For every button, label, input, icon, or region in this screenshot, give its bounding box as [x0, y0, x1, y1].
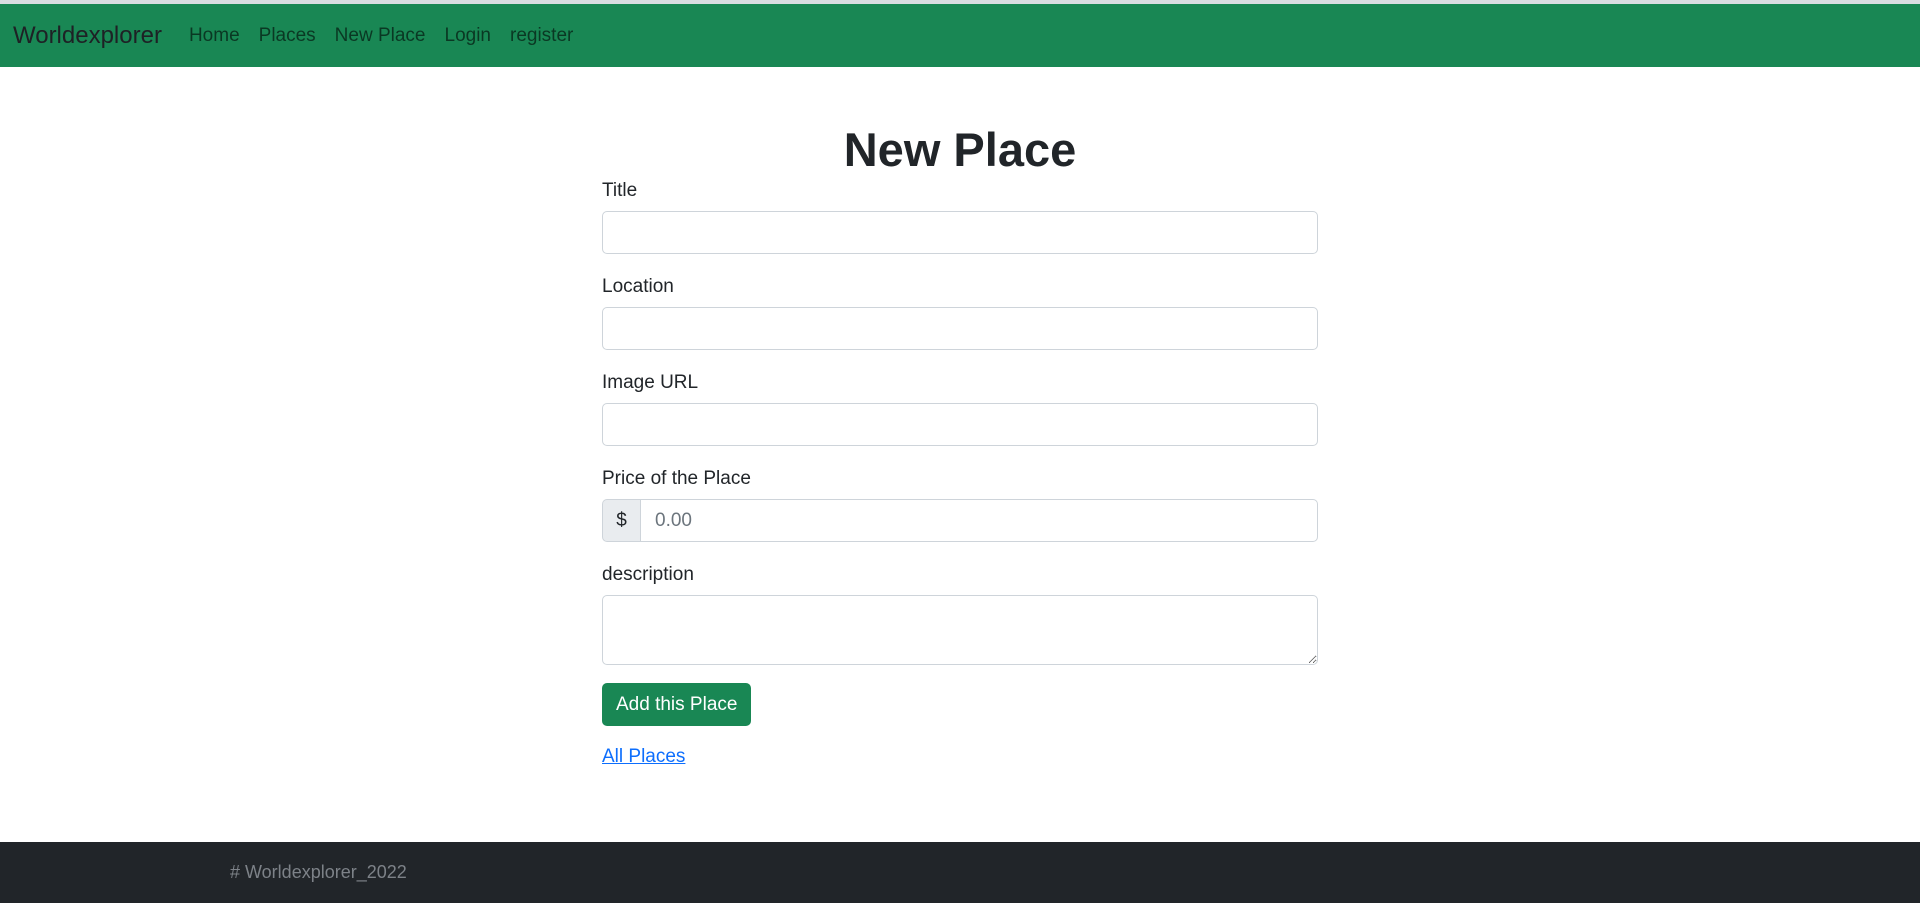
- location-input[interactable]: [602, 307, 1318, 350]
- image-url-input[interactable]: [602, 403, 1318, 446]
- add-place-button[interactable]: Add this Place: [602, 683, 752, 726]
- new-place-form: New Place Title Location Image URL Price…: [602, 67, 1318, 768]
- navbar: Worldexplorer Home Places New Place Logi…: [0, 4, 1920, 67]
- image-url-group: Image URL: [602, 370, 1318, 446]
- title-input[interactable]: [602, 211, 1318, 254]
- price-group: Price of the Place $: [602, 466, 1318, 542]
- location-label: Location: [602, 276, 674, 297]
- description-label: description: [602, 564, 694, 585]
- price-input-group: $: [602, 499, 1318, 542]
- price-label: Price of the Place: [602, 468, 751, 489]
- location-group: Location: [602, 274, 1318, 350]
- title-group: Title: [602, 178, 1318, 254]
- all-places-link[interactable]: All Places: [602, 746, 1318, 768]
- nav-link-register[interactable]: register: [510, 25, 573, 47]
- nav-link-home[interactable]: Home: [189, 25, 240, 47]
- footer: # Worldexplorer_2022: [0, 842, 1920, 903]
- description-textarea[interactable]: [602, 595, 1318, 665]
- title-label: Title: [602, 180, 638, 201]
- footer-text: # Worldexplorer_2022: [230, 862, 407, 882]
- nav-link-new-place[interactable]: New Place: [335, 25, 426, 47]
- currency-addon: $: [602, 499, 640, 542]
- page-title: New Place: [843, 123, 1077, 176]
- nav-link-login[interactable]: Login: [445, 25, 492, 47]
- price-input[interactable]: [640, 499, 1318, 542]
- image-url-label: Image URL: [602, 372, 699, 393]
- navbar-brand[interactable]: Worldexplorer: [13, 22, 162, 50]
- nav-link-places[interactable]: Places: [259, 25, 316, 47]
- description-group: description: [602, 562, 1318, 665]
